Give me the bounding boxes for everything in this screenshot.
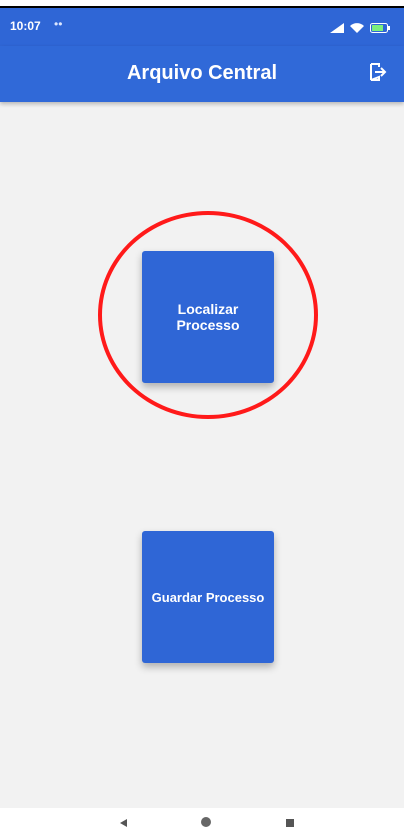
battery-icon	[370, 20, 390, 38]
signal-icon	[330, 20, 344, 38]
home-button[interactable]	[198, 816, 214, 832]
back-icon	[119, 815, 129, 833]
app-title: Arquivo Central	[126, 62, 278, 84]
app-bar: Arquivo Central	[0, 46, 404, 102]
status-time: 10:07	[10, 19, 41, 33]
logout-icon	[368, 62, 388, 87]
top-border	[0, 0, 404, 8]
logout-button[interactable]	[364, 60, 392, 88]
guardar-processo-button[interactable]: Guardar Processo	[142, 531, 274, 663]
localizar-processo-button[interactable]: Localizar Processo	[142, 251, 274, 383]
back-button[interactable]	[116, 816, 132, 832]
wifi-icon	[350, 20, 364, 38]
navigation-bar	[0, 808, 404, 839]
guardar-processo-label: Guardar Processo	[151, 589, 265, 605]
status-bar: 10:07 ••	[0, 8, 404, 46]
home-icon	[200, 815, 212, 833]
recents-icon	[285, 815, 295, 833]
status-notification-dots: ••	[54, 17, 63, 31]
recents-button[interactable]	[282, 816, 298, 832]
status-icons	[330, 20, 390, 38]
localizar-processo-label: Localizar Processo	[176, 301, 240, 333]
screen: 10:07 •• Arquivo Central Localizar Proce…	[0, 0, 404, 839]
